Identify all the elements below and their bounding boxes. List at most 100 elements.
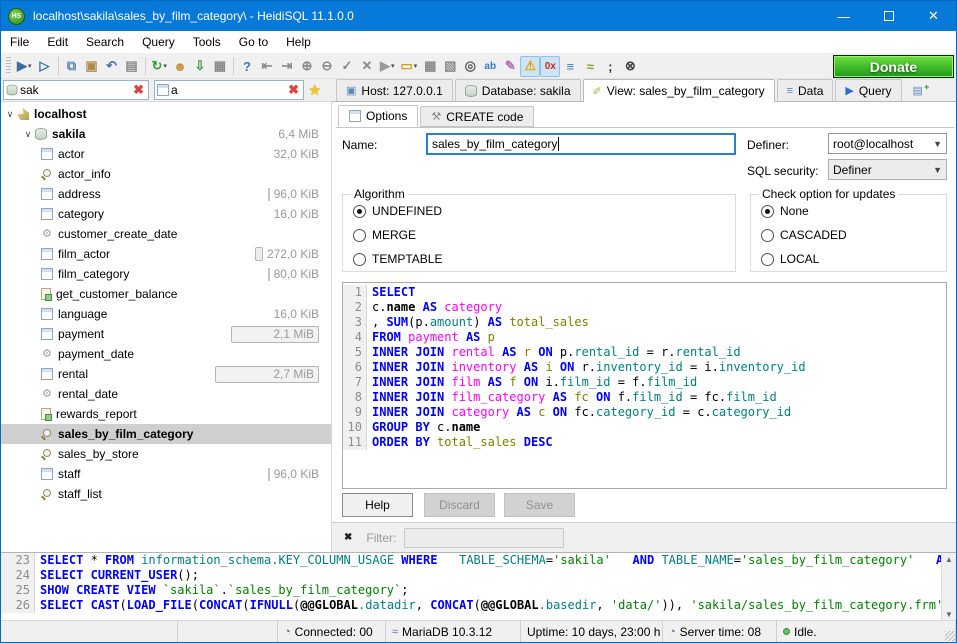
tree-item-sakila[interactable]: ∨sakila6,4 MiB bbox=[1, 124, 331, 144]
refresh-button[interactable]: ↻▾ bbox=[149, 56, 170, 77]
cancel-editing-button[interactable]: ✕ bbox=[357, 56, 377, 77]
tree-item-payment[interactable]: payment2,1 MiB bbox=[1, 324, 331, 344]
expander-icon[interactable]: ∨ bbox=[23, 129, 33, 140]
subtab-create-code[interactable]: ⚒CREATE code bbox=[420, 106, 534, 127]
export-database-button[interactable]: ⇩ bbox=[190, 56, 210, 77]
help-button[interactable]: ? bbox=[237, 56, 257, 77]
post-changes-button[interactable]: ✓ bbox=[337, 56, 357, 77]
load-sql-file-button[interactable]: ▭▾ bbox=[397, 56, 420, 77]
tab-view[interactable]: ✐View: sales_by_film_category bbox=[583, 79, 775, 102]
tree-item-rewards_report[interactable]: rewards_report bbox=[1, 404, 331, 424]
tree-item-label: film_category bbox=[58, 267, 129, 281]
tree-item-customer_create_date[interactable]: ⚙customer_create_date bbox=[1, 224, 331, 244]
tree-item-localhost[interactable]: ∨localhost bbox=[1, 104, 331, 124]
find-text-button[interactable]: ◎ bbox=[460, 56, 480, 77]
help-button[interactable]: Help bbox=[342, 493, 413, 517]
new-query-tab-button[interactable]: ▤+ bbox=[904, 79, 939, 101]
database-filter-input[interactable]: sak bbox=[18, 83, 131, 97]
tree-item-actor_info[interactable]: actor_info bbox=[1, 164, 331, 184]
algorithm-radio-temptable[interactable]: TEMPTABLE bbox=[353, 251, 735, 267]
favorites-star-icon[interactable]: ★ bbox=[308, 81, 321, 99]
subtab-options[interactable]: Options bbox=[338, 105, 418, 127]
code-token: (p. bbox=[408, 315, 430, 329]
next-row-button[interactable]: ≡ bbox=[560, 56, 580, 77]
menu-help[interactable]: Help bbox=[277, 32, 320, 52]
tree-item-staff_list[interactable]: staff_list bbox=[1, 484, 331, 504]
last-record-button[interactable]: ⇥ bbox=[277, 56, 297, 77]
menu-tools[interactable]: Tools bbox=[184, 32, 230, 52]
menu-go-to[interactable]: Go to bbox=[230, 32, 277, 52]
donate-button[interactable]: Donate bbox=[833, 55, 954, 78]
expander-icon[interactable]: ∨ bbox=[5, 109, 15, 120]
insert-row-button[interactable]: ⊕ bbox=[297, 56, 317, 77]
editor-filter-input[interactable] bbox=[404, 528, 564, 548]
check-option-radio-cascaded[interactable]: CASCADED bbox=[761, 227, 946, 243]
tree-item-staff[interactable]: staff96,0 KiB bbox=[1, 464, 331, 484]
replace-text-button[interactable]: ab bbox=[480, 56, 500, 77]
maximize-button[interactable] bbox=[866, 1, 911, 31]
tree-item-rental_date[interactable]: ⚙rental_date bbox=[1, 384, 331, 404]
toolbar-grip[interactable] bbox=[6, 57, 11, 75]
tree-item-rental[interactable]: rental2,7 MiB bbox=[1, 364, 331, 384]
menu-edit[interactable]: Edit bbox=[38, 32, 77, 52]
minimize-button[interactable]: — bbox=[821, 1, 866, 31]
sql-security-select[interactable]: Definer ▼ bbox=[828, 159, 947, 180]
code-token bbox=[430, 435, 437, 449]
view-select-code-editor[interactable]: 1SELECT2c.name AS category3, SUM(p.amoun… bbox=[342, 282, 947, 489]
tab-query[interactable]: ▶Query bbox=[835, 79, 901, 101]
tree-item-address[interactable]: address96,0 KiB bbox=[1, 184, 331, 204]
paste-button[interactable]: ▣ bbox=[82, 56, 102, 77]
save-sql-button[interactable]: ▦ bbox=[420, 56, 440, 77]
blob-as-hex-toggle[interactable]: 0x bbox=[540, 56, 560, 77]
print-button[interactable]: ▤ bbox=[122, 56, 142, 77]
single-queries-button[interactable]: ; bbox=[600, 56, 620, 77]
sql-log-panel[interactable]: 23SELECT * FROM information_schema.KEY_C… bbox=[1, 552, 957, 621]
close-filter-icon[interactable]: ✖ bbox=[344, 532, 352, 543]
new-connection-button[interactable]: ▷ bbox=[35, 56, 55, 77]
session-manager-button[interactable]: ▶▾ bbox=[14, 56, 35, 77]
discard-button[interactable]: Discard bbox=[424, 493, 495, 517]
undo-button[interactable]: ↶ bbox=[102, 56, 122, 77]
copy-button[interactable]: ⧉ bbox=[62, 56, 82, 77]
tree-item-sales_by_store[interactable]: sales_by_store bbox=[1, 444, 331, 464]
scroll-up-icon[interactable]: ▲ bbox=[945, 555, 953, 564]
clear-database-filter-icon[interactable]: ✖ bbox=[131, 82, 146, 98]
tree-item-get_customer_balance[interactable]: get_customer_balance bbox=[1, 284, 331, 304]
algorithm-radio-undefined[interactable]: UNDEFINED bbox=[353, 203, 735, 219]
view-name-input[interactable]: sales_by_film_category bbox=[426, 133, 736, 155]
tree-item-sales_by_film_category[interactable]: sales_by_film_category bbox=[1, 424, 331, 444]
tab-database[interactable]: Database: sakila bbox=[455, 79, 581, 101]
table-filter-input[interactable]: a bbox=[169, 83, 286, 97]
bind-params-button[interactable]: ≈ bbox=[580, 56, 600, 77]
user-manager-button[interactable]: ☻ bbox=[170, 56, 190, 77]
menu-query[interactable]: Query bbox=[133, 32, 184, 52]
query-warnings-toggle[interactable]: ⚠ bbox=[520, 56, 540, 77]
menu-file[interactable]: File bbox=[1, 32, 38, 52]
save-button[interactable]: Save bbox=[504, 493, 575, 517]
save-sql-as-button[interactable]: ▧ bbox=[440, 56, 460, 77]
resize-grip[interactable] bbox=[945, 631, 955, 641]
tree-item-film_category[interactable]: film_category80,0 KiB bbox=[1, 264, 331, 284]
tab-host[interactable]: ▣Host: 127.0.0.1 bbox=[336, 79, 453, 101]
save-blob-button[interactable]: ▦ bbox=[210, 56, 230, 77]
check-option-radio-none[interactable]: None bbox=[761, 203, 946, 219]
check-option-radio-local[interactable]: LOCAL bbox=[761, 251, 946, 267]
scroll-down-icon[interactable]: ▼ bbox=[945, 610, 953, 619]
stop-button[interactable]: ⊗ bbox=[620, 56, 640, 77]
first-record-button[interactable]: ⇤ bbox=[257, 56, 277, 77]
menu-search[interactable]: Search bbox=[77, 32, 133, 52]
definer-select[interactable]: root@localhost ▼ bbox=[828, 133, 947, 154]
log-scrollbar[interactable]: ▲ ▼ bbox=[941, 553, 956, 621]
tree-item-payment_date[interactable]: ⚙payment_date bbox=[1, 344, 331, 364]
reformat-sql-button[interactable]: ✎ bbox=[500, 56, 520, 77]
tree-item-actor[interactable]: actor32,0 KiB bbox=[1, 144, 331, 164]
tree-item-category[interactable]: category16,0 KiB bbox=[1, 204, 331, 224]
algorithm-radio-merge[interactable]: MERGE bbox=[353, 227, 735, 243]
clear-table-filter-icon[interactable]: ✖ bbox=[286, 82, 301, 98]
tree-item-film_actor[interactable]: film_actor272,0 KiB bbox=[1, 244, 331, 264]
tree-item-language[interactable]: language16,0 KiB bbox=[1, 304, 331, 324]
close-button[interactable]: ✕ bbox=[911, 1, 956, 31]
delete-row-button[interactable]: ⊖ bbox=[317, 56, 337, 77]
tab-data[interactable]: ≡Data bbox=[777, 79, 834, 101]
run-query-button[interactable]: ▶▾ bbox=[377, 56, 398, 77]
